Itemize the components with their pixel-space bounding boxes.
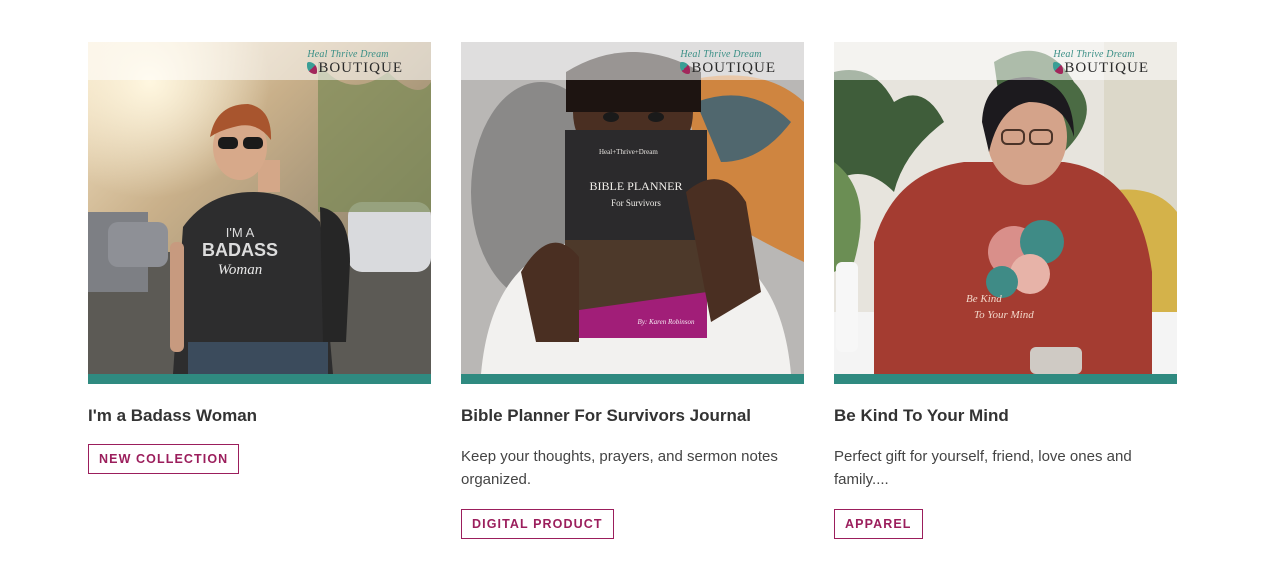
shirt-text-3: Woman [218, 262, 262, 278]
accent-bar [834, 374, 1177, 384]
product-description: Perfect gift for yourself, friend, love … [834, 448, 1132, 488]
butterfly-icon [1053, 62, 1064, 74]
book-author: By: Karen Robinson [638, 318, 695, 326]
product-image[interactable]: Heal+Thrive+Dream BIBLE PLANNER For Surv… [461, 42, 804, 374]
collection-tag[interactable]: NEW COLLECTION [88, 444, 240, 474]
boutique-logo: Heal Thrive Dream BOUTIQUE [1053, 50, 1149, 76]
product-photo-bible-planner: Heal+Thrive+Dream BIBLE PLANNER For Surv… [461, 42, 804, 374]
product-grid: I'M A BADASS Woman Heal Thrive Dream BOU… [0, 0, 1264, 577]
book-subtitle: For Survivors [611, 198, 661, 208]
product-title[interactable]: Be Kind To Your Mind [834, 406, 1177, 426]
accent-bar [88, 374, 431, 384]
product-card-badass-woman[interactable]: I'M A BADASS Woman Heal Thrive Dream BOU… [88, 42, 431, 474]
logo-script: Heal Thrive Dream [680, 49, 762, 60]
boutique-logo: Heal Thrive Dream BOUTIQUE [680, 50, 776, 76]
product-image[interactable]: Be Kind To Your Mind Heal Thrive Dream B… [834, 42, 1177, 374]
accent-bar [461, 374, 804, 384]
book-brand: Heal+Thrive+Dream [599, 148, 658, 156]
shirt-text-1: I'M A [226, 225, 255, 240]
logo-script: Heal Thrive Dream [307, 49, 389, 60]
book-title: BIBLE PLANNER [590, 179, 683, 193]
product-description: Keep your thoughts, prayers, and sermon … [461, 448, 778, 488]
product-title[interactable]: Bible Planner For Survivors Journal [461, 406, 804, 426]
butterfly-icon [307, 62, 318, 74]
product-title[interactable]: I'm a Badass Woman [88, 406, 431, 426]
logo-word: BOUTIQUE [318, 60, 403, 76]
hoodie-text-1: Be Kind [966, 293, 1002, 305]
product-card-be-kind[interactable]: Be Kind To Your Mind Heal Thrive Dream B… [834, 42, 1177, 539]
hoodie-text-2: To Your Mind [974, 309, 1034, 321]
boutique-logo: Heal Thrive Dream BOUTIQUE [307, 50, 403, 76]
logo-script: Heal Thrive Dream [1053, 49, 1135, 60]
shirt-text-2: BADASS [202, 240, 278, 260]
collection-tag[interactable]: DIGITAL PRODUCT [461, 509, 614, 539]
collection-tag[interactable]: APPAREL [834, 509, 923, 539]
logo-word: BOUTIQUE [1064, 60, 1149, 76]
product-card-bible-planner[interactable]: Heal+Thrive+Dream BIBLE PLANNER For Surv… [461, 42, 804, 539]
logo-word: BOUTIQUE [691, 60, 776, 76]
product-photo-be-kind: Be Kind To Your Mind [834, 42, 1177, 374]
product-photo-badass-woman: I'M A BADASS Woman [88, 42, 431, 374]
butterfly-icon [680, 62, 691, 74]
product-image[interactable]: I'M A BADASS Woman Heal Thrive Dream BOU… [88, 42, 431, 374]
